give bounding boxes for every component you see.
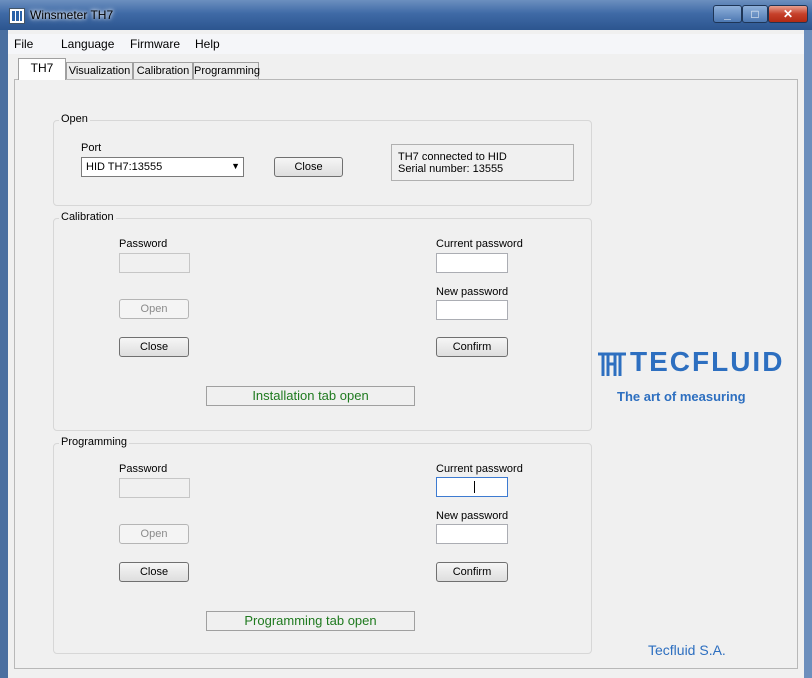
connection-status-box: TH7 connected to HID Serial number: 1355… <box>391 144 574 181</box>
company-name: Tecfluid S.A. <box>648 642 726 658</box>
calibration-password-label: Password <box>119 238 168 250</box>
programming-current-password-label: Current password <box>436 463 523 475</box>
calibration-open-button[interactable]: Open <box>119 299 189 319</box>
window-title: Winsmeter TH7 <box>30 8 114 22</box>
open-group-label: Open <box>59 113 90 125</box>
programming-status-box: Programming tab open <box>206 611 415 631</box>
calibration-confirm-button[interactable]: Confirm <box>436 337 508 357</box>
port-select-value: HID TH7:13555 <box>86 161 163 173</box>
programming-password-input[interactable] <box>119 478 190 498</box>
window-frame-left <box>0 30 8 678</box>
calibration-password-input[interactable] <box>119 253 190 273</box>
logo-tagline: The art of measuring <box>617 389 746 404</box>
calibration-group-label: Calibration <box>59 211 116 223</box>
programming-new-password-input[interactable] <box>436 524 508 544</box>
programming-close-button[interactable]: Close <box>119 562 189 582</box>
menu-help[interactable]: Help <box>195 37 220 51</box>
tecfluid-logo-icon <box>598 352 626 376</box>
connection-status-line: TH7 connected to HID <box>398 151 507 163</box>
calibration-current-password-input[interactable] <box>436 253 508 273</box>
logo-wordmark: TECFLUID <box>630 346 785 377</box>
serial-number-line: Serial number: 13555 <box>398 163 504 175</box>
tab-calibration[interactable]: Calibration <box>133 62 193 79</box>
calibration-current-password-label: Current password <box>436 238 523 250</box>
calibration-new-password-label: New password <box>436 286 509 298</box>
maximize-button[interactable]: □ <box>742 5 768 23</box>
app-icon <box>9 8 25 24</box>
programming-open-button[interactable]: Open <box>119 524 189 544</box>
programming-current-password-input[interactable] <box>436 477 508 497</box>
menu-firmware[interactable]: Firmware <box>130 37 180 51</box>
title-bar[interactable]: Winsmeter TH7 _ □ ✕ <box>0 0 812 30</box>
window-close-button[interactable]: ✕ <box>768 5 808 23</box>
programming-new-password-label: New password <box>436 510 509 522</box>
menu-file[interactable]: File <box>14 37 33 51</box>
tab-visualization[interactable]: Visualization <box>66 62 133 79</box>
text-caret <box>474 481 475 493</box>
menu-bar <box>8 34 804 54</box>
port-select[interactable]: HID TH7:13555 ▼ <box>81 157 244 177</box>
calibration-new-password-input[interactable] <box>436 300 508 320</box>
port-label: Port <box>81 142 102 154</box>
calibration-close-button[interactable]: Close <box>119 337 189 357</box>
tab-programming[interactable]: Programming <box>193 62 260 79</box>
programming-group-label: Programming <box>59 436 130 448</box>
chevron-down-icon: ▼ <box>231 161 240 171</box>
tab-th7[interactable]: TH7 <box>18 58 66 80</box>
programming-password-label: Password <box>119 463 168 475</box>
menu-language[interactable]: Language <box>61 37 114 51</box>
open-close-button[interactable]: Close <box>274 157 343 177</box>
minimize-button[interactable]: _ <box>713 5 742 23</box>
calibration-status-box: Installation tab open <box>206 386 415 406</box>
programming-confirm-button[interactable]: Confirm <box>436 562 508 582</box>
window-frame-right <box>804 30 812 678</box>
